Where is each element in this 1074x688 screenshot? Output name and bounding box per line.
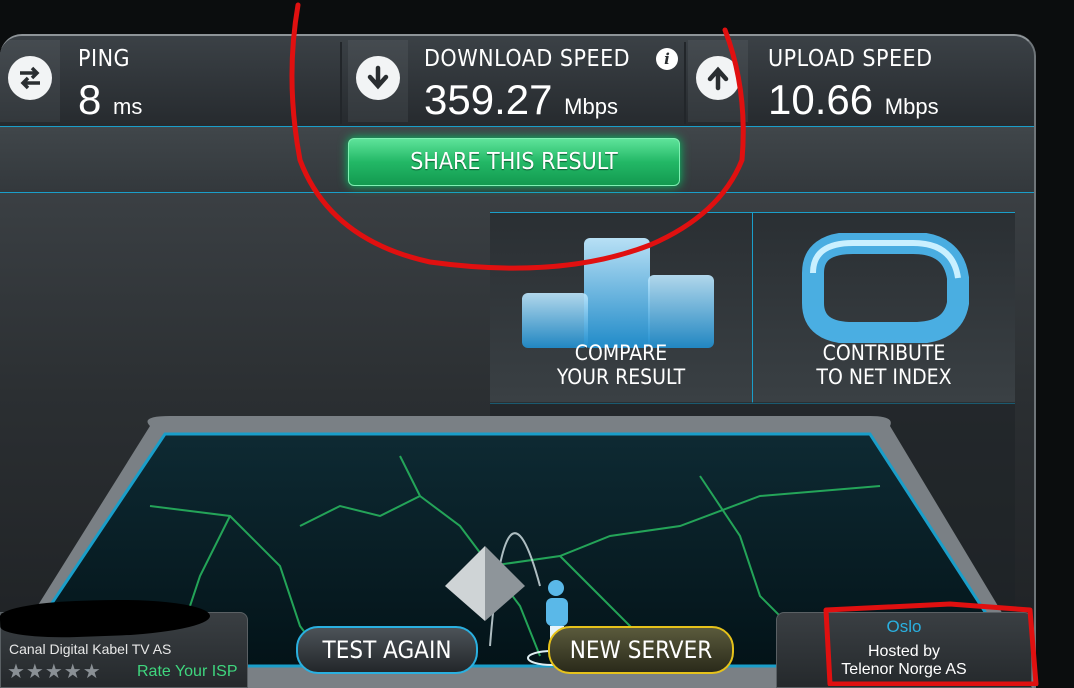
compare-panel[interactable]: COMPARE YOUR RESULT (490, 212, 753, 404)
ping-value: 8 (78, 76, 102, 123)
info-icon[interactable]: i (656, 48, 678, 70)
compare-line1: COMPARE (574, 341, 668, 365)
download-metric: DOWNLOAD SPEED i 359.27 Mbps (344, 36, 684, 126)
compare-line2: YOUR RESULT (556, 365, 686, 389)
upload-value: 10.66 (768, 76, 874, 123)
bar-chart-icon (522, 238, 714, 348)
swap-arrows-icon (8, 56, 52, 100)
arrow-up-icon (696, 56, 740, 100)
download-unit: Mbps (564, 94, 618, 119)
upload-title: UPLOAD SPEED (768, 46, 933, 72)
arrow-down-icon (356, 56, 400, 100)
net-index-icon (802, 233, 969, 343)
rate-isp-link[interactable]: Rate Your ISP (137, 663, 238, 681)
ping-metric: PING 8 ms (0, 36, 340, 126)
metrics-bar: PING 8 ms DOWNLOAD SPEED i 359.27 Mbps U… (0, 36, 1034, 127)
download-value: 359.27 (424, 76, 553, 123)
download-title: DOWNLOAD SPEED (424, 46, 631, 72)
contribute-panel[interactable]: CONTRIBUTE TO NET INDEX (753, 212, 1015, 404)
ping-value-wrap: 8 ms (78, 76, 142, 124)
host-panel: Oslo Hosted by Telenor Norge AS (776, 612, 1032, 688)
upload-value-wrap: 10.66 Mbps (768, 76, 939, 124)
ping-title: PING (78, 46, 131, 72)
contribute-label: CONTRIBUTE TO NET INDEX (753, 341, 1015, 389)
rating-stars-icon[interactable]: ★★★★★ (7, 659, 102, 683)
upload-unit: Mbps (884, 94, 939, 119)
divider (684, 42, 686, 124)
contribute-line1: CONTRIBUTE (822, 341, 946, 365)
new-server-button[interactable]: NEW SERVER (548, 626, 734, 674)
test-again-button[interactable]: TEST AGAIN (296, 626, 478, 674)
upload-metric: UPLOAD SPEED 10.66 Mbps (688, 36, 1034, 126)
host-provider: Telenor Norge AS (841, 661, 967, 678)
isp-name: Canal Digital Kabel TV AS (9, 641, 172, 657)
hosted-by-label: Hosted by (867, 643, 941, 660)
host-city[interactable]: Oslo (777, 617, 1031, 637)
ping-icon-box (0, 40, 60, 122)
compare-label: COMPARE YOUR RESULT (490, 341, 752, 389)
upload-icon-box (688, 40, 748, 122)
divider (340, 42, 342, 124)
download-icon-box (348, 40, 408, 122)
share-result-button[interactable]: SHARE THIS RESULT (348, 138, 680, 186)
speedtest-frame: PING 8 ms DOWNLOAD SPEED i 359.27 Mbps U… (0, 34, 1036, 688)
contribute-line2: TO NET INDEX (816, 365, 952, 389)
download-value-wrap: 359.27 Mbps (424, 76, 618, 124)
ping-unit: ms (113, 94, 143, 119)
result-panels: COMPARE YOUR RESULT CONTRIBUTE TO NET IN… (490, 212, 1015, 404)
